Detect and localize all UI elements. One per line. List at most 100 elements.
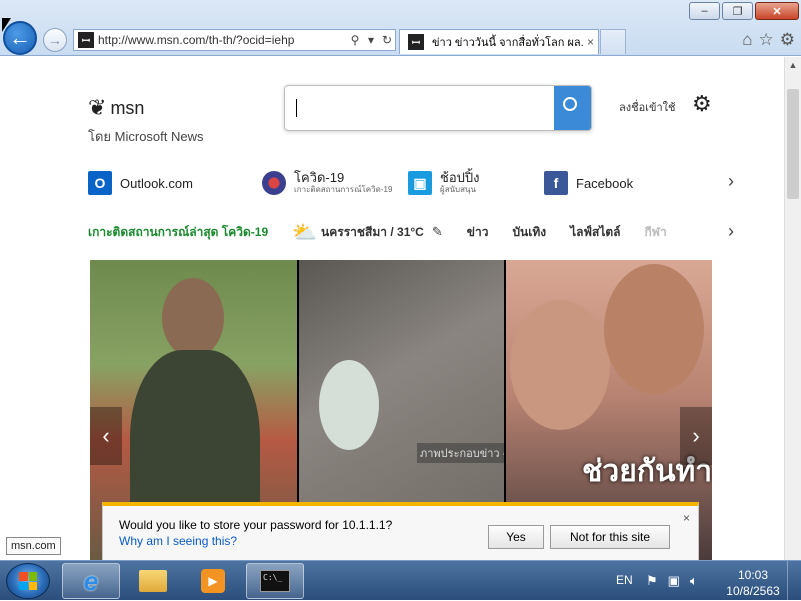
byline: โดย Microsoft News	[88, 129, 204, 144]
flower-garland-photo	[319, 360, 379, 450]
outlook-icon: O	[88, 171, 112, 195]
nav-link-lifestyle[interactable]: ไลฟ์สไตล์	[570, 223, 620, 242]
quick-links: O Outlook.com โควิด-19 เกาะติดสถานการณ์โ…	[88, 171, 748, 201]
tab-title: ข่าว ข่าววันนี้ จากสื่อทั่วโลก ผล...	[432, 37, 583, 49]
gear-icon[interactable]: ⚙	[692, 91, 712, 117]
url-text[interactable]: http://www.msn.com/th-th/?ocid=iehp	[98, 33, 347, 47]
refresh-icon[interactable]: ↻	[379, 33, 395, 47]
close-window-button[interactable]: ✕	[755, 2, 799, 20]
action-center-flag-icon[interactable]: ⚑	[646, 573, 658, 589]
dropdown-icon[interactable]: ▾	[363, 33, 379, 47]
search-input[interactable]	[284, 85, 592, 131]
windows-taskbar: e ▶ C:\_ EN ⚑ ▣ 🔈︎ 10:03 10/8/2563	[0, 560, 801, 601]
quicklink-shopping[interactable]: ▣ ช้อปปิ้ง ผู้สนับสนุน	[408, 171, 479, 195]
minimize-button[interactable]: ‒	[689, 2, 720, 20]
quicklink-subtitle: ผู้สนับสนุน	[440, 184, 476, 194]
quicklink-title: Outlook.com	[120, 175, 193, 191]
quicklink-facebook[interactable]: f Facebook	[544, 171, 633, 195]
edit-pencil-icon[interactable]: ✎	[432, 224, 443, 240]
taskbar-media-player-button[interactable]: ▶	[184, 563, 242, 599]
quicklink-title: ช้อปปิ้ง	[440, 170, 480, 186]
covid-banner-link[interactable]: เกาะติดสถานการณ์ล่าสุด โควิด-19	[88, 223, 268, 242]
show-desktop-button[interactable]	[787, 561, 801, 601]
msn-butterfly-icon: ❦	[88, 95, 107, 120]
shopping-bag-icon: ▣	[408, 171, 432, 195]
start-button[interactable]	[6, 563, 50, 599]
chevron-left-icon: ‹	[102, 423, 110, 448]
scroll-up-icon[interactable]: ▲	[785, 57, 801, 74]
facebook-icon: f	[544, 171, 568, 195]
partly-sunny-icon[interactable]: ⛅	[292, 220, 317, 245]
system-clock[interactable]: 10:03 10/8/2563	[722, 567, 784, 599]
msn-page: ❦ msn โดย Microsoft News ลงชื่อเข้าใช้ ⚙…	[0, 57, 784, 560]
maximize-button[interactable]: ❐	[722, 2, 753, 20]
vertical-scrollbar[interactable]: ▲	[784, 57, 801, 560]
chevron-right-icon: ›	[692, 423, 700, 448]
close-notification-button[interactable]: ×	[683, 511, 690, 525]
favorites-star-icon[interactable]: ☆	[759, 30, 774, 50]
text-caret	[296, 99, 297, 117]
tab-favicon-icon: ꟷ	[408, 34, 424, 50]
quicklink-subtitle: เกาะติดสถานการณ์โควิด-19	[294, 184, 393, 194]
image-caption: ภาพประกอบข่าว - Matichon	[417, 443, 504, 463]
quicklink-covid[interactable]: โควิด-19 เกาะติดสถานการณ์โควิด-19	[262, 171, 392, 195]
settings-gear-icon[interactable]: ⚙	[780, 30, 795, 50]
covid-virus-icon	[262, 171, 286, 195]
back-arrow-icon: ←	[9, 25, 31, 50]
person-photo	[510, 300, 610, 430]
person-photo	[162, 278, 224, 358]
password-notification-bar: Would you like to store your password fo…	[102, 502, 699, 562]
msn-favicon-icon: ꟷ	[78, 32, 94, 48]
new-tab-button[interactable]	[600, 29, 626, 54]
msn-logo[interactable]: ❦ msn	[88, 97, 144, 119]
network-icon[interactable]: ▣	[668, 573, 680, 589]
quicklink-title: Facebook	[576, 175, 634, 191]
nav-chevron-right-icon[interactable]: ›	[728, 221, 734, 242]
windows-logo-icon	[19, 572, 37, 590]
person-photo	[604, 264, 704, 394]
chevron-right-icon[interactable]: ›	[728, 171, 734, 192]
why-link[interactable]: Why am I seeing this?	[119, 534, 237, 548]
window-controls: ‒ ❐ ✕	[687, 2, 799, 20]
not-for-this-site-button[interactable]: Not for this site	[550, 525, 670, 549]
forward-arrow-icon: →	[48, 32, 62, 48]
topic-navbar: เกาะติดสถานการณ์ล่าสุด โควิด-19 ⛅ นครราช…	[88, 220, 748, 245]
carousel-next-button[interactable]: ›	[680, 407, 712, 465]
internet-explorer-icon: e	[83, 565, 99, 596]
logo-text: msn	[110, 97, 145, 118]
mouse-cursor-icon	[2, 18, 11, 32]
search-button[interactable]	[554, 86, 591, 130]
clock-time: 10:03	[737, 568, 769, 582]
magnifier-icon	[563, 97, 577, 111]
scroll-thumb[interactable]	[787, 89, 799, 199]
search-icon[interactable]: ⚲	[347, 33, 363, 47]
address-bar[interactable]: ꟷ http://www.msn.com/th-th/?ocid=iehp ⚲ …	[73, 29, 396, 51]
browser-tools: ⌂ ☆ ⚙	[742, 30, 795, 50]
password-question: Would you like to store your password fo…	[119, 518, 393, 532]
quicklink-outlook[interactable]: O Outlook.com	[88, 171, 193, 195]
nav-link-news[interactable]: ข่าว	[467, 223, 489, 242]
command-prompt-icon: C:\_	[260, 570, 290, 592]
media-player-icon: ▶	[201, 569, 225, 593]
yes-button[interactable]: Yes	[488, 525, 544, 549]
language-indicator[interactable]: EN	[616, 573, 633, 587]
nav-link-sports[interactable]: กีฬา	[645, 223, 667, 242]
nav-link-entertainment[interactable]: บันเทิง	[512, 223, 546, 242]
volume-icon[interactable]: 🔈︎	[690, 573, 698, 589]
tab-msn[interactable]: ꟷ ข่าว ข่าววันนี้ จากสื่อทั่วโลก ผล... ×	[399, 29, 599, 54]
clock-date: 10/8/2563	[726, 584, 780, 598]
tab-close-button[interactable]: ×	[587, 35, 594, 49]
taskbar-ie-button[interactable]: e	[62, 563, 120, 599]
weather-text[interactable]: นครราชสีมา / 31°C	[321, 223, 424, 242]
quicklink-title: โควิด-19	[294, 170, 345, 186]
status-url-popup: msn.com	[6, 537, 61, 555]
browser-titlebar: ‒ ❐ ✕ ← → ꟷ http://www.msn.com/th-th/?oc…	[0, 0, 801, 56]
carousel-prev-button[interactable]: ‹	[90, 407, 122, 465]
taskbar-cmd-button[interactable]: C:\_	[246, 563, 304, 599]
forward-button[interactable]: →	[43, 28, 67, 52]
taskbar-explorer-button[interactable]	[124, 563, 182, 599]
folder-icon	[139, 570, 167, 592]
sign-in-link[interactable]: ลงชื่อเข้าใช้	[619, 98, 675, 116]
system-tray: ⚑ ▣ 🔈︎	[646, 573, 698, 589]
home-icon[interactable]: ⌂	[742, 30, 752, 50]
